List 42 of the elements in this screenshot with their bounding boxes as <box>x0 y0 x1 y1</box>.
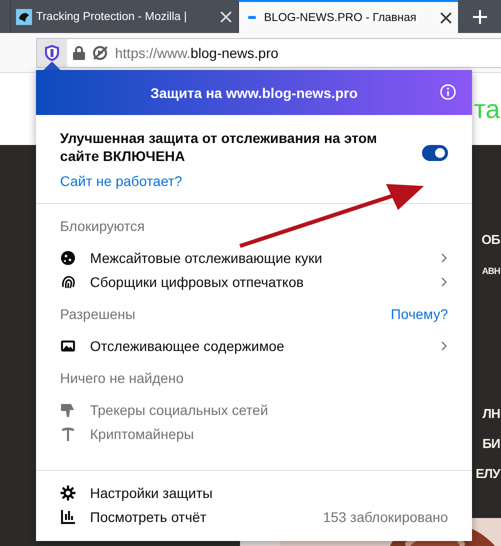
tracker-category-item[interactable]: Отслеживающее содержимое <box>36 334 472 358</box>
favicon <box>16 8 32 24</box>
page-text: ЕЛУ <box>476 465 500 483</box>
chevron-icon <box>440 276 448 288</box>
chevron-icon <box>440 252 448 264</box>
page-text: БИ <box>482 435 500 453</box>
tracker-category-item: Трекеры социальных сетей <box>36 398 472 422</box>
tracker-category-item[interactable]: Сборщики цифровых отпечатков <box>36 270 472 294</box>
protection-toggle[interactable] <box>422 145 448 161</box>
shield-icon[interactable] <box>45 44 59 60</box>
bar-chart-icon <box>60 509 76 525</box>
page-text: ОБ <box>482 231 500 249</box>
chevron-icon <box>440 340 448 352</box>
section-heading: Разрешены <box>60 306 136 322</box>
settings-icon <box>60 485 76 501</box>
footer-item[interactable]: Посмотреть отчёт 153 заблокировано <box>36 505 472 529</box>
site-broken-link[interactable]: Сайт не работает? <box>60 173 448 189</box>
thumbs-down-icon <box>60 402 76 418</box>
section-heading: Ничего не найдено <box>60 370 184 386</box>
address-bar[interactable]: https://www.blog-news.pro <box>36 38 501 68</box>
cookie-icon <box>60 250 76 266</box>
fingerprint-icon <box>60 274 76 290</box>
image-icon <box>60 338 76 354</box>
close-icon[interactable] <box>439 10 453 24</box>
url-text: https://www.blog-news.pro <box>115 44 278 60</box>
info-icon[interactable] <box>440 84 456 100</box>
why-link[interactable]: Почему? <box>390 306 448 322</box>
favicon <box>248 16 256 19</box>
tracker-category-item: Криптомайнеры <box>36 422 472 446</box>
browser-tab[interactable]: BLOG-NEWS.PRO - Главная <box>238 0 458 33</box>
pickaxe-icon <box>60 426 76 442</box>
page-text: АВН <box>482 265 500 278</box>
autoplay-blocked-icon[interactable] <box>91 44 109 60</box>
page-headline: та <box>474 94 500 124</box>
protection-status: Улучшенная защита от отслеживания на этом сайте ВКЛЮЧЕНА <box>60 129 378 165</box>
new-tab-icon[interactable] <box>472 8 488 24</box>
footer-item[interactable]: Настройки защиты <box>36 481 472 505</box>
section-heading: Блокируются <box>60 218 145 234</box>
panel-title: Защита на www.blog-news.pro <box>150 84 358 100</box>
page-text: ЛН <box>482 405 500 423</box>
tracker-category-item[interactable]: Межсайтовые отслеживающие куки <box>36 246 472 270</box>
lock-icon <box>73 46 85 60</box>
